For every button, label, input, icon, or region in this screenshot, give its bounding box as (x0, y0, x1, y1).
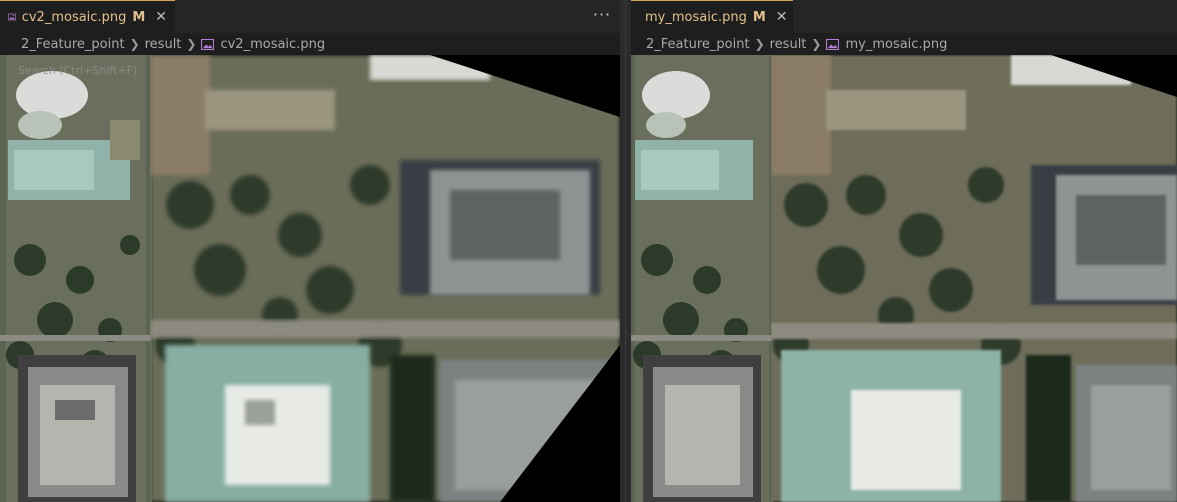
breadcrumb-folder[interactable]: 2_Feature_point (21, 37, 125, 52)
tab-label: my_mosaic.png (645, 9, 747, 25)
image-file-icon (826, 38, 840, 50)
more-actions-icon[interactable]: ··· (592, 6, 612, 26)
breadcrumb-folder[interactable]: result (145, 37, 182, 52)
close-icon[interactable]: ✕ (776, 9, 788, 25)
left-tab-bar: cv2_mosaic.png M ✕ ··· (0, 0, 620, 33)
right-editor-pane: my_mosaic.png M ✕ 2_Feature_point ❯ resu… (631, 0, 1177, 502)
modified-badge: M (132, 9, 146, 25)
breadcrumb-file[interactable]: cv2_mosaic.png (220, 37, 325, 52)
tab-my-mosaic[interactable]: my_mosaic.png M ✕ (631, 0, 793, 33)
breadcrumb: 2_Feature_point ❯ result ❯ my_mosaic.png (631, 33, 1177, 55)
image-file-icon (201, 38, 215, 50)
search-hint: Search (Ctrl+Shift+F) (18, 64, 138, 77)
mosaic-image-mine (631, 55, 1177, 502)
image-viewer-cv2-mosaic[interactable]: Search (Ctrl+Shift+F) (0, 55, 620, 502)
chevron-right-icon: ❯ (186, 37, 197, 51)
breadcrumb-folder[interactable]: result (770, 37, 807, 52)
breadcrumb-file[interactable]: my_mosaic.png (845, 37, 947, 52)
chevron-right-icon: ❯ (754, 37, 765, 51)
chevron-right-icon: ❯ (129, 37, 140, 51)
tab-cv2-mosaic[interactable]: cv2_mosaic.png M ✕ (0, 0, 175, 33)
right-tab-bar: my_mosaic.png M ✕ (631, 0, 1177, 33)
left-editor-pane: cv2_mosaic.png M ✕ ··· 2_Feature_point ❯… (0, 0, 620, 502)
editor-split-sash[interactable] (620, 0, 631, 502)
image-viewer-my-mosaic[interactable] (631, 55, 1177, 502)
chevron-right-icon: ❯ (811, 37, 822, 51)
image-file-icon (8, 13, 16, 21)
breadcrumb-folder[interactable]: 2_Feature_point (646, 37, 750, 52)
tab-label: cv2_mosaic.png (21, 9, 127, 25)
modified-badge: M (752, 9, 766, 25)
breadcrumb: 2_Feature_point ❯ result ❯ cv2_mosaic.pn… (0, 33, 620, 55)
mosaic-image-cv2 (0, 55, 620, 502)
close-icon[interactable]: ✕ (155, 9, 167, 25)
editor-area: cv2_mosaic.png M ✕ ··· 2_Feature_point ❯… (0, 0, 1177, 502)
